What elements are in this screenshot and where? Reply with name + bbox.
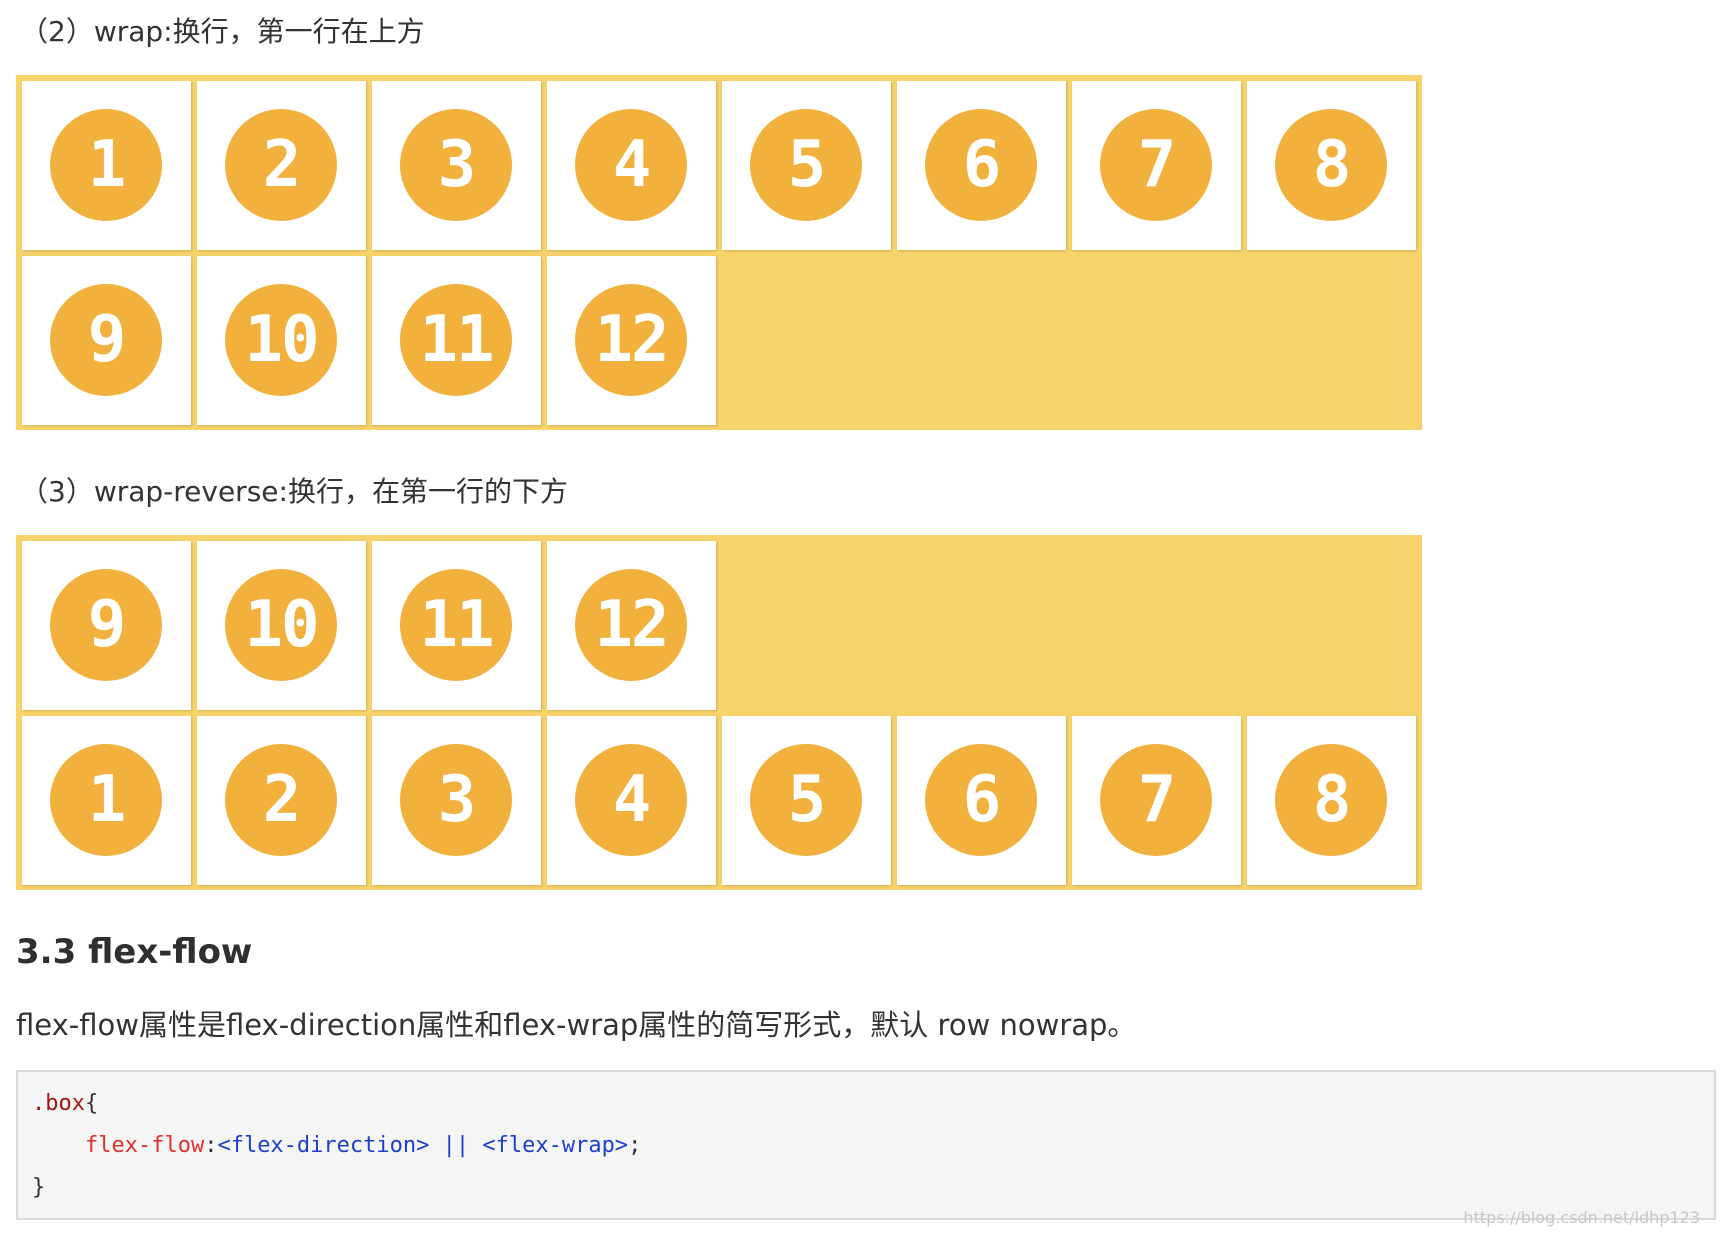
number-badge: 3 xyxy=(400,109,512,221)
wrap-flex-item-5: 5 xyxy=(722,81,891,250)
wrap-flex-item-12: 12 xyxy=(547,256,716,425)
description-paragraph: flex-flow属性是flex-direction属性和flex-wrap属性… xyxy=(16,1008,1137,1042)
code-value-direction: <flex-direction> xyxy=(217,1133,430,1158)
wrap-reverse-flex-item-5: 5 xyxy=(722,716,891,885)
wrap-flex-item-1: 1 xyxy=(22,81,191,250)
wrap-reverse-caption: （3）wrap-reverse:换行，在第一行的下方 xyxy=(20,475,568,508)
wrap-demo-container: 1 2 3 4 5 6 7 8 9 10 11 12 xyxy=(16,75,1422,430)
number-badge: 2 xyxy=(225,109,337,221)
number-badge: 6 xyxy=(925,744,1037,856)
code-separator: || xyxy=(429,1133,483,1158)
number-badge: 5 xyxy=(750,744,862,856)
number-badge: 9 xyxy=(50,284,162,396)
wrap-flex-item-8: 8 xyxy=(1247,81,1416,250)
wrap-flex-item-6: 6 xyxy=(897,81,1066,250)
number-badge: 7 xyxy=(1100,109,1212,221)
wrap-flex-item-7: 7 xyxy=(1072,81,1241,250)
wrap-reverse-flex-item-6: 6 xyxy=(897,716,1066,885)
number-badge: 5 xyxy=(750,109,862,221)
code-selector: .box xyxy=(32,1091,85,1116)
number-badge: 7 xyxy=(1100,744,1212,856)
number-badge: 11 xyxy=(400,284,512,396)
number-badge: 1 xyxy=(50,744,162,856)
number-badge: 10 xyxy=(225,284,337,396)
wrap-reverse-flex-item-8: 8 xyxy=(1247,716,1416,885)
number-badge: 11 xyxy=(400,569,512,681)
code-open-brace: { xyxy=(84,1091,99,1116)
code-property: flex-flow xyxy=(84,1133,205,1158)
number-badge: 8 xyxy=(1275,109,1387,221)
wrap-reverse-flex-item-12: 12 xyxy=(547,541,716,710)
number-badge: 3 xyxy=(400,744,512,856)
number-badge: 2 xyxy=(225,744,337,856)
wrap-reverse-flex-item-10: 10 xyxy=(197,541,366,710)
number-badge: 12 xyxy=(575,284,687,396)
wrap-flex-item-9: 9 xyxy=(22,256,191,425)
number-badge: 8 xyxy=(1275,744,1387,856)
wrap-flex-item-2: 2 xyxy=(197,81,366,250)
number-badge: 1 xyxy=(50,109,162,221)
code-line-1: .box{ xyxy=(32,1084,98,1124)
wrap-reverse-flex-item-2: 2 xyxy=(197,716,366,885)
code-semicolon: ; xyxy=(628,1133,642,1158)
code-close-brace: } xyxy=(32,1175,46,1200)
code-line-3: } xyxy=(32,1168,45,1208)
wrap-reverse-flex-item-3: 3 xyxy=(372,716,541,885)
number-badge: 4 xyxy=(575,744,687,856)
wrap-reverse-flex-item-9: 9 xyxy=(22,541,191,710)
watermark: https://blog.csdn.net/ldhp123 xyxy=(1463,1208,1700,1227)
number-badge: 9 xyxy=(50,569,162,681)
number-badge: 4 xyxy=(575,109,687,221)
code-colon: : xyxy=(204,1133,218,1158)
code-line-2: flex-flow:<flex-direction> || <flex-wrap… xyxy=(32,1126,641,1166)
wrap-caption: （2）wrap:换行，第一行在上方 xyxy=(20,15,425,48)
code-value-wrap: <flex-wrap> xyxy=(482,1133,629,1158)
wrap-flex-item-10: 10 xyxy=(197,256,366,425)
wrap-reverse-flex-item-7: 7 xyxy=(1072,716,1241,885)
code-block: .box{ flex-flow:<flex-direction> || <fle… xyxy=(16,1070,1716,1220)
number-badge: 10 xyxy=(225,569,337,681)
wrap-reverse-flex-item-4: 4 xyxy=(547,716,716,885)
number-badge: 12 xyxy=(575,569,687,681)
wrap-reverse-demo-container: 9 10 11 12 1 2 3 4 5 6 7 8 xyxy=(16,535,1422,890)
wrap-flex-item-3: 3 xyxy=(372,81,541,250)
wrap-reverse-flex-item-11: 11 xyxy=(372,541,541,710)
wrap-flex-item-11: 11 xyxy=(372,256,541,425)
wrap-flex-item-4: 4 xyxy=(547,81,716,250)
wrap-reverse-flex-item-1: 1 xyxy=(22,716,191,885)
section-heading: 3.3 flex-flow xyxy=(16,932,253,972)
number-badge: 6 xyxy=(925,109,1037,221)
